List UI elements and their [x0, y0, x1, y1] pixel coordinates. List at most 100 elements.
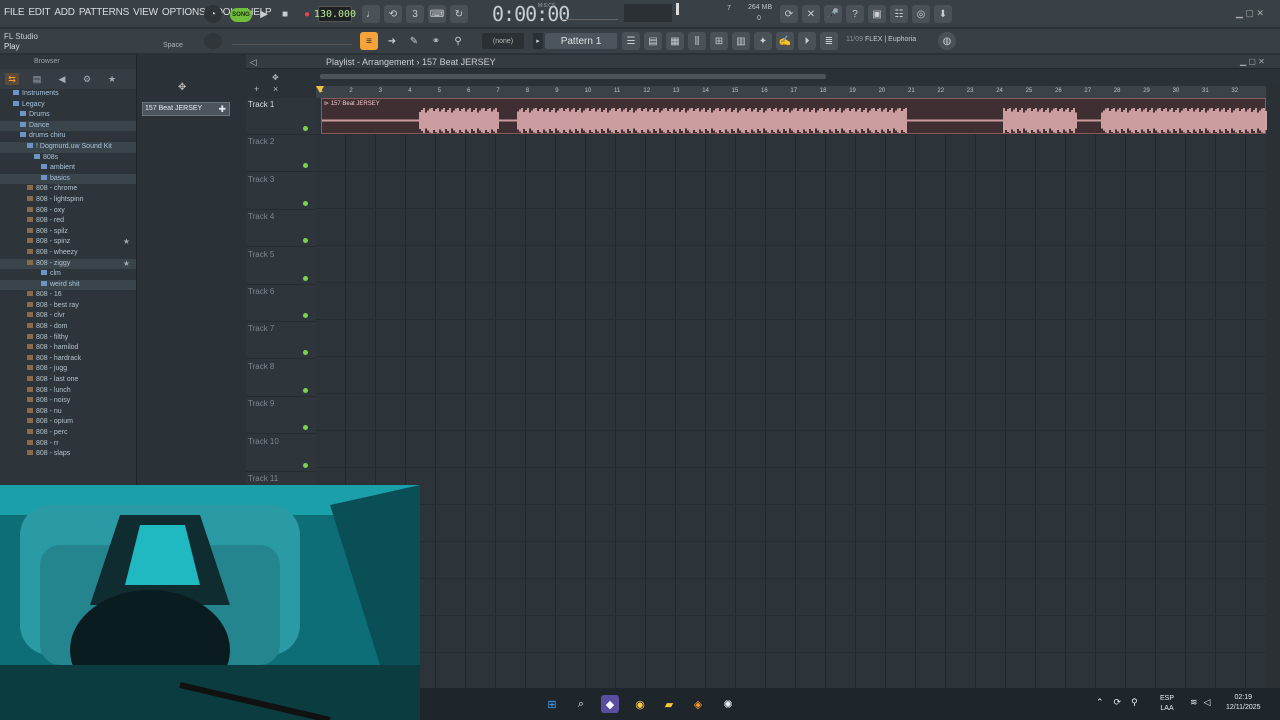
paint-tool-icon[interactable]: ✎ — [405, 32, 423, 50]
song-position-time[interactable]: 0:00:00 — [492, 2, 570, 26]
picker-pattern-item[interactable]: 157 Beat JERSEY ✚ — [142, 102, 230, 116]
favorite-star-icon[interactable]: ★ — [123, 237, 130, 248]
system-tray-icons[interactable]: ⌃⟳⚲ — [1096, 697, 1148, 708]
track-mute-led[interactable] — [303, 238, 308, 244]
track-mute-led[interactable] — [303, 425, 308, 431]
play-button[interactable]: ▶ — [255, 5, 273, 23]
menu-file[interactable]: FILE — [4, 7, 25, 18]
help-icon[interactable]: ? — [846, 5, 864, 23]
stamp-icon[interactable]: ⚲ — [449, 32, 467, 50]
browser-back-icon[interactable]: ◀ — [55, 73, 69, 85]
plugin-picker-icon[interactable]: ✦ — [754, 32, 772, 50]
track-header[interactable]: Track 2 — [246, 135, 316, 173]
save-icon[interactable]: ▣ — [868, 5, 886, 23]
browser-file[interactable]: 808 - last one — [0, 375, 136, 386]
app-icon[interactable]: ✺ — [719, 695, 737, 713]
countdown-icon[interactable]: 3 — [406, 5, 424, 23]
track-header[interactable]: Track 8 — [246, 360, 316, 397]
menu-view[interactable]: VIEW — [133, 7, 158, 18]
browser-file[interactable]: 808 - oxy — [0, 206, 136, 217]
browser-file[interactable]: 808 - spilz — [0, 227, 136, 238]
browser-all-icon[interactable]: ⇆ — [5, 73, 19, 85]
mixer-view-icon[interactable]: ⫼ — [688, 32, 706, 50]
browser-file[interactable]: 808 - 16 — [0, 290, 136, 301]
main-volume-slider[interactable] — [232, 35, 352, 45]
browser-folder[interactable]: drums chiru — [0, 131, 136, 142]
audio-clip[interactable]: ⊳ 157 Beat JERSEY — [321, 98, 1267, 134]
track-mute-led[interactable] — [303, 462, 308, 468]
browser-favorites-icon[interactable]: ★ — [105, 73, 119, 85]
download-icon[interactable]: ⬇ — [934, 5, 952, 23]
project-info-icon[interactable]: ≣ — [820, 32, 838, 50]
playlist-view-icon[interactable]: ≡ — [360, 32, 378, 50]
playlist-window-controls[interactable]: ▁ ▢ ✕ — [1240, 57, 1265, 66]
link-icon[interactable]: ⚭ — [427, 32, 445, 50]
browser-files-icon[interactable]: ▤ — [30, 73, 44, 85]
browser-file[interactable]: 808 - lightspinn — [0, 195, 136, 206]
add-track-icon[interactable]: + — [254, 84, 259, 94]
browser-file[interactable]: 808 - lunch — [0, 386, 136, 397]
snap-selector[interactable]: (none) — [482, 33, 524, 49]
track-mute-led[interactable] — [303, 350, 308, 356]
track-header[interactable]: Track 6 — [246, 285, 316, 322]
file-explorer-icon[interactable]: ▰ — [660, 695, 678, 713]
step-edit-icon[interactable]: ⌨ — [428, 5, 446, 23]
input-language[interactable]: ESP LAA — [1160, 694, 1174, 714]
browser-file[interactable]: 808 - best ray — [0, 301, 136, 312]
stop-button[interactable]: ■ — [276, 5, 294, 23]
browser-file[interactable]: 808 - hardrack — [0, 354, 136, 365]
track-header[interactable]: Track 7 — [246, 322, 316, 360]
track-mute-led[interactable] — [303, 387, 308, 393]
browser-folder[interactable]: clm — [0, 269, 136, 280]
browser-folder[interactable]: weird shit — [0, 279, 136, 291]
tempo-display[interactable]: 130.000 — [314, 6, 356, 22]
browser-file[interactable]: 808 - red — [0, 216, 136, 227]
track-mute-led[interactable] — [303, 200, 308, 206]
chat-icon[interactable]: ◎ — [912, 5, 930, 23]
track-header[interactable]: Track 3 — [246, 173, 316, 210]
touch-controller-icon[interactable]: ✍ — [776, 32, 794, 50]
track-mute-led[interactable] — [303, 275, 308, 281]
taskbar-clock[interactable]: 02:19 12/11/2025 — [1226, 693, 1261, 713]
pattern-selector[interactable]: Pattern 1 — [545, 33, 617, 49]
browser-file[interactable]: 808 - opium — [0, 417, 136, 428]
browser-file[interactable]: 808 - filthy — [0, 333, 136, 344]
browser-file[interactable]: 808 - dom — [0, 322, 136, 333]
plugin-database-icon[interactable]: ▥ — [732, 32, 750, 50]
browser-file[interactable]: 808 - spinz ★ — [0, 237, 136, 248]
browser-folder[interactable]: Dance — [0, 120, 136, 132]
microphone-icon[interactable]: 🎤 — [824, 5, 842, 23]
track-header[interactable]: Track 4 — [246, 210, 316, 248]
master-pitch-slider[interactable] — [562, 6, 618, 20]
piano-roll-icon[interactable]: ▤ — [644, 32, 662, 50]
browser-folder[interactable]: Legacy — [0, 100, 136, 111]
pattern-prev-icon[interactable]: ▸ — [533, 33, 543, 49]
track-mute-led[interactable] — [303, 126, 308, 131]
browser-tag-icon[interactable]: ⚙ — [80, 73, 94, 85]
browser-file[interactable]: 808 - nu — [0, 407, 136, 418]
favorite-star-icon[interactable]: ★ — [123, 259, 130, 270]
menu-options[interactable]: OPTIONS — [162, 7, 206, 18]
browser-file[interactable]: 808 - ziggy ★ — [0, 258, 136, 270]
vertical-scrollbar[interactable] — [1267, 86, 1280, 688]
windows-start-icon[interactable]: ⊞ — [543, 695, 561, 713]
track-header[interactable]: Track 10 — [246, 435, 316, 472]
browser-folder[interactable]: Instruments — [0, 89, 136, 100]
playlist-icon[interactable]: ☰ — [622, 32, 640, 50]
picker-resize-icon[interactable]: ✥ — [178, 82, 186, 93]
fl-studio-icon[interactable]: ◈ — [689, 695, 707, 713]
browser-folder[interactable]: ! Dogmurd.uw Sound Kit — [0, 141, 136, 153]
browser-file[interactable]: 808 - slaps — [0, 449, 136, 460]
browser-file[interactable]: 808 - perc — [0, 428, 136, 439]
metronome-icon[interactable]: ♩ — [362, 5, 380, 23]
channel-rack-icon[interactable]: ▦ — [666, 32, 684, 50]
undo-history-icon[interactable]: ⟳ — [780, 5, 798, 23]
browser-file[interactable]: 808 - clvr — [0, 311, 136, 322]
menu-edit[interactable]: EDIT — [28, 7, 50, 18]
browser-file[interactable]: 808 - hamilod — [0, 343, 136, 354]
search-icon[interactable]: ⌕ — [572, 695, 590, 713]
song-mode-toggle[interactable]: SONG — [230, 8, 252, 22]
track-header[interactable]: Track 1 — [246, 98, 316, 135]
playlist-grid[interactable] — [316, 98, 1266, 688]
browser-folder[interactable]: ambient — [0, 163, 136, 174]
